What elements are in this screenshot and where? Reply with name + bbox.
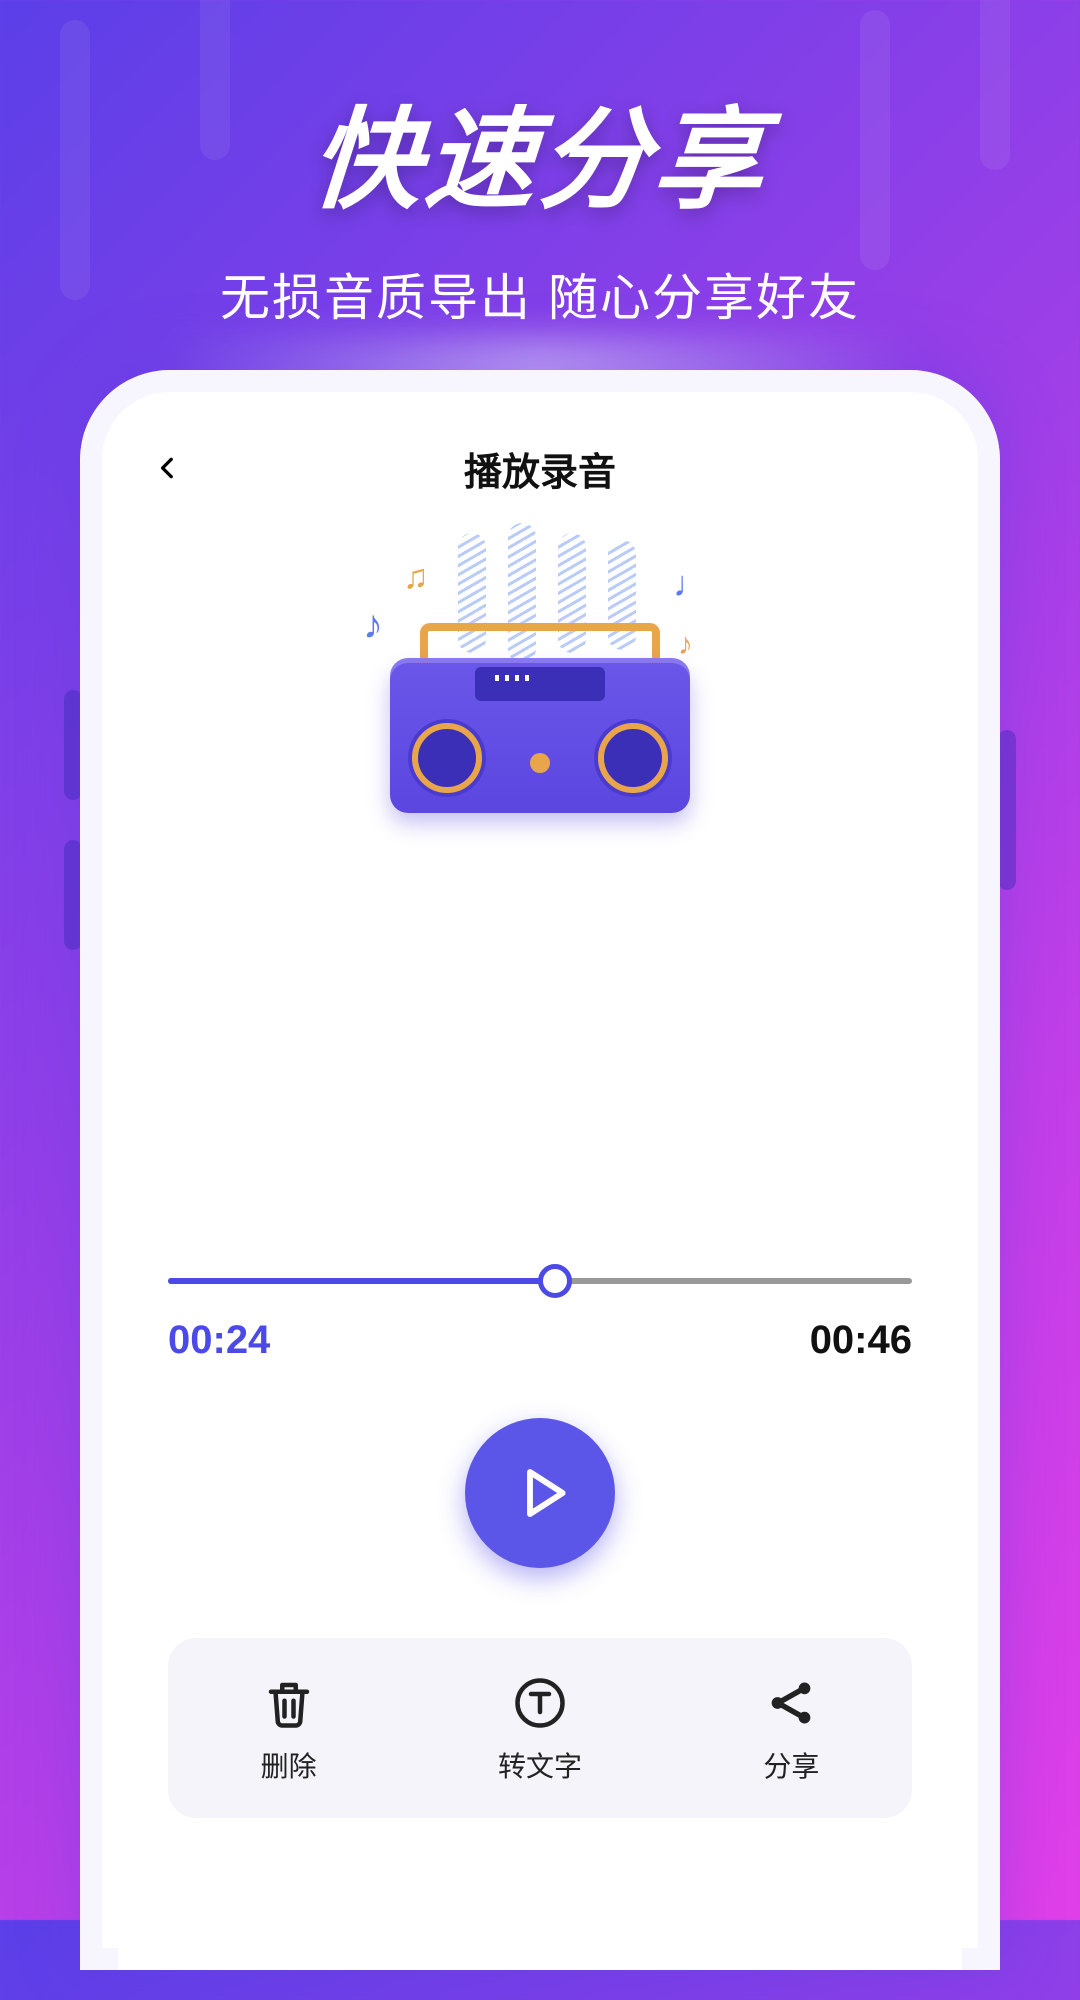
play-icon bbox=[516, 1465, 572, 1521]
phone-mockup: 播放录音 ♪ ♫ ♩ ♪ bbox=[80, 370, 1000, 1970]
action-bar: 删除 转文字 bbox=[168, 1638, 912, 1818]
share-icon bbox=[759, 1671, 823, 1735]
radio-illustration: ♪ ♫ ♩ ♪ bbox=[118, 528, 962, 908]
hero-title: 快速分享 bbox=[0, 70, 1080, 230]
to-text-label: 转文字 bbox=[498, 1745, 582, 1785]
radio-icon bbox=[390, 623, 690, 813]
music-note-icon: ♪ bbox=[363, 603, 383, 648]
share-label: 分享 bbox=[763, 1745, 819, 1785]
hero-subtitle: 无损音质导出 随心分享好友 bbox=[0, 258, 1080, 330]
music-note-icon: ♩ bbox=[673, 563, 709, 605]
progress-thumb[interactable] bbox=[538, 1264, 572, 1298]
progress-fill bbox=[168, 1278, 555, 1284]
progress-slider[interactable]: 00:24 00:46 bbox=[168, 1278, 912, 1363]
music-note-icon: ♫ bbox=[403, 558, 429, 597]
app-screen: 播放录音 ♪ ♫ ♩ ♪ bbox=[118, 408, 962, 1970]
duration-time: 00:46 bbox=[810, 1318, 912, 1363]
back-chevron-icon bbox=[155, 455, 181, 481]
back-button[interactable] bbox=[148, 448, 188, 488]
hero-section: 快速分享 无损音质导出 随心分享好友 bbox=[0, 0, 1080, 330]
to-text-button[interactable]: 转文字 bbox=[498, 1671, 582, 1785]
text-circle-icon bbox=[508, 1671, 572, 1735]
play-button[interactable] bbox=[465, 1418, 615, 1568]
player-area: 00:24 00:46 bbox=[118, 908, 962, 1970]
trash-icon bbox=[257, 1671, 321, 1735]
page-title: 播放录音 bbox=[464, 441, 616, 496]
share-button[interactable]: 分享 bbox=[759, 1671, 823, 1785]
delete-button[interactable]: 删除 bbox=[257, 1671, 321, 1785]
app-header: 播放录音 bbox=[118, 408, 962, 528]
delete-label: 删除 bbox=[261, 1745, 317, 1785]
current-time: 00:24 bbox=[168, 1318, 270, 1363]
